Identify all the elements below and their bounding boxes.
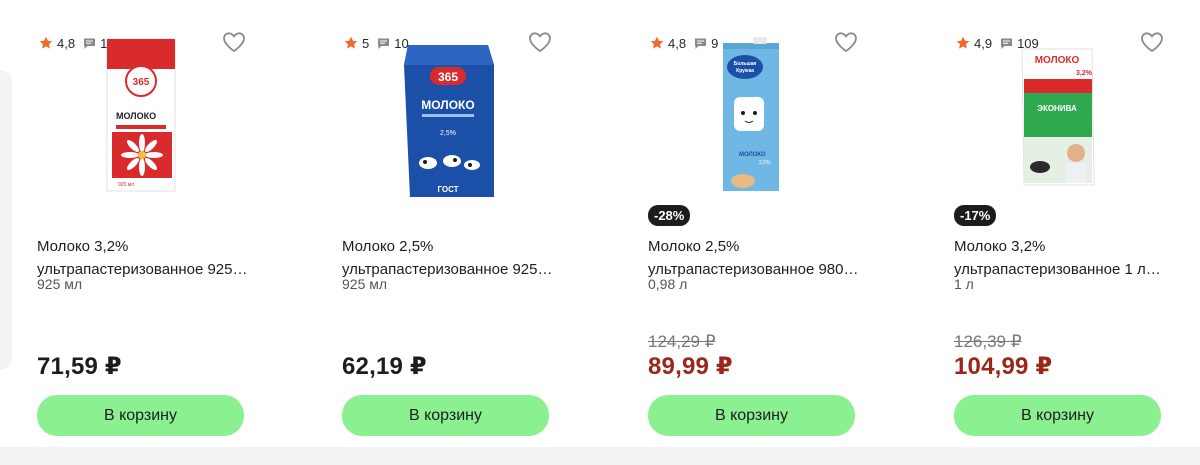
product-image: Большая Кружка МОЛОКО 2,5% <box>723 37 779 191</box>
svg-text:МОЛОКО: МОЛОКО <box>1035 55 1080 66</box>
old-price: 126,39 ₽ <box>954 332 1022 351</box>
heart-icon[interactable] <box>1140 31 1164 53</box>
svg-text:365: 365 <box>133 77 150 88</box>
add-to-cart-button[interactable]: В корзину <box>648 395 855 436</box>
svg-text:2,5%: 2,5% <box>759 160 771 166</box>
discount-badge: -17% <box>954 205 997 226</box>
svg-text:МОЛОКО: МОЛОКО <box>421 98 474 112</box>
product-card[interactable]: 4,8 9 Большая Кружка МОЛОКО 2,5% -28% Мо… <box>646 0 946 447</box>
add-to-cart-button[interactable]: В корзину <box>342 395 549 436</box>
product-card[interactable]: 4,9 109 МОЛОКО 3,2% ЭКОНИВА -17% Молоко … <box>952 0 1200 447</box>
product-volume: 925 мл <box>342 276 388 292</box>
sale-price: 89,99 ₽ <box>648 353 733 380</box>
product-title[interactable]: Молоко 2,5% ультрапастеризованное 925… <box>342 235 562 281</box>
svg-text:МОЛОКО: МОЛОКО <box>739 152 766 158</box>
svg-text:2,5%: 2,5% <box>440 130 456 137</box>
product-title[interactable]: Молоко 2,5% ультрапастеризованное 980… <box>648 235 868 281</box>
price: 71,59 ₽ <box>37 353 122 380</box>
star-icon <box>956 36 970 49</box>
add-to-cart-button[interactable]: В корзину <box>954 395 1161 436</box>
svg-text:Большая: Большая <box>734 61 757 67</box>
title-line-1: Молоко 3,2% <box>954 238 1046 255</box>
svg-text:ЭКОНИВА: ЭКОНИВА <box>1037 104 1077 113</box>
product-image: 365 МОЛОКО 2,5% ГОСТ <box>404 45 494 197</box>
svg-text:925 мл: 925 мл <box>118 182 134 188</box>
product-image: МОЛОКО 3,2% ЭКОНИВА <box>1021 48 1095 186</box>
product-title[interactable]: Молоко 3,2% ультрапастеризованное 1 л… <box>954 235 1174 281</box>
product-card[interactable]: 5 10 365 МОЛОКО 2,5% ГОСТ Молоко 2,5% ул… <box>340 0 640 447</box>
product-volume: 925 мл <box>37 276 83 292</box>
title-line-1: Молоко 2,5% <box>648 238 740 255</box>
svg-text:3,2%: 3,2% <box>1076 70 1093 77</box>
old-price: 124,29 ₽ <box>648 332 716 351</box>
rating-value: 5 <box>362 35 370 51</box>
product-card[interactable]: 4,8 17 365 МОЛОКО 925 мл <box>35 0 335 447</box>
product-grid-page: 4,8 17 365 МОЛОКО 925 мл <box>0 0 1200 465</box>
sale-price: 104,99 ₽ <box>954 353 1053 380</box>
heart-icon[interactable] <box>222 31 246 53</box>
product-volume: 1 л <box>954 276 974 292</box>
svg-text:Кружка: Кружка <box>736 68 754 74</box>
star-icon <box>650 36 664 49</box>
scroll-edge <box>0 70 12 370</box>
product-image: 365 МОЛОКО 925 мл <box>106 38 176 192</box>
star-icon <box>344 36 358 49</box>
product-title[interactable]: Молоко 3,2% ультрапастеризованное 925… <box>37 235 257 281</box>
add-to-cart-button[interactable]: В корзину <box>37 395 244 436</box>
price: 62,19 ₽ <box>342 353 427 380</box>
title-line-1: Молоко 3,2% <box>37 238 129 255</box>
product-volume: 0,98 л <box>648 276 688 292</box>
discount-badge: -28% <box>648 205 691 226</box>
title-line-2: ультрапастеризованное 1 л… <box>954 261 1161 278</box>
svg-text:МОЛОКО: МОЛОКО <box>116 111 156 121</box>
heart-icon[interactable] <box>528 31 552 53</box>
title-line-1: Молоко 2,5% <box>342 238 434 255</box>
svg-text:ГОСТ: ГОСТ <box>437 185 458 194</box>
svg-text:365: 365 <box>438 70 458 84</box>
star-icon <box>39 36 53 49</box>
